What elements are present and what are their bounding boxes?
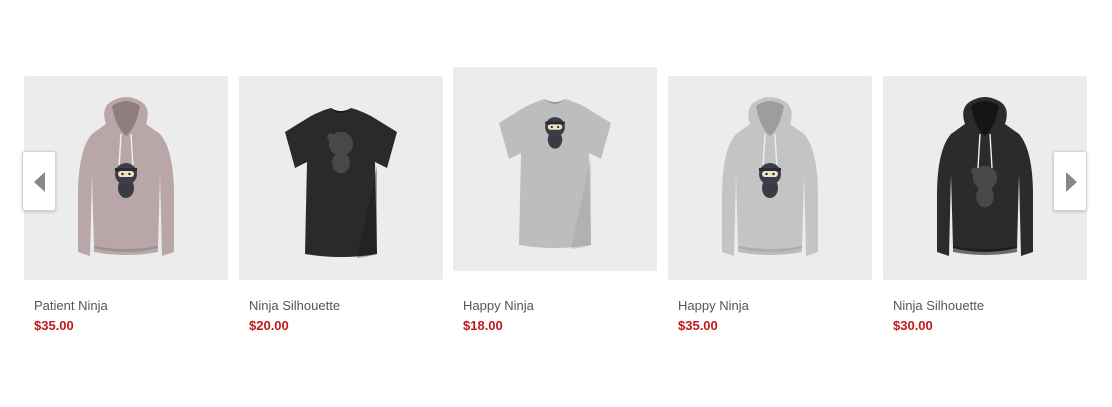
tshirt-shape (285, 108, 397, 257)
product-name[interactable]: Happy Ninja (453, 298, 657, 314)
product-card[interactable]: Ninja Silhouette $20.00 (239, 76, 443, 334)
chevron-right-icon (1066, 172, 1077, 192)
product-name[interactable]: Patient Ninja (24, 298, 228, 314)
product-image[interactable] (239, 76, 443, 280)
tshirt-illustration (499, 99, 611, 249)
tshirt-illustration (285, 108, 397, 258)
hoodie-illustration (722, 97, 818, 256)
product-price: $35.00 (34, 318, 74, 333)
carousel-next-button[interactable] (1053, 151, 1087, 211)
product-name[interactable]: Ninja Silhouette (239, 298, 443, 314)
product-carousel: Patient Ninja $35.00 Ninja Silhouette $2… (0, 0, 1112, 407)
product-price: $35.00 (678, 318, 718, 333)
product-name[interactable]: Ninja Silhouette (883, 298, 1087, 314)
product-price: $20.00 (249, 318, 289, 333)
product-image[interactable] (668, 76, 872, 280)
product-card[interactable]: Happy Ninja $18.00 (453, 67, 657, 334)
carousel-prev-button[interactable] (22, 151, 56, 211)
product-image[interactable] (453, 67, 657, 271)
product-price: $18.00 (463, 318, 503, 333)
chevron-left-icon (34, 172, 45, 192)
product-card[interactable]: Happy Ninja $35.00 (668, 76, 872, 334)
product-name[interactable]: Happy Ninja (668, 298, 872, 314)
product-price: $30.00 (893, 318, 933, 333)
